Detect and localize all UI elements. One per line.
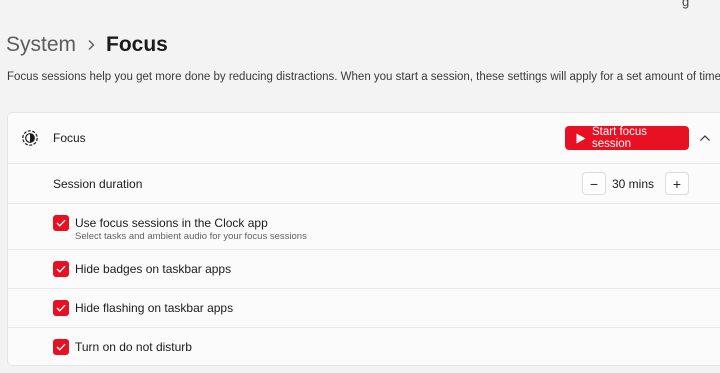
page-description: Focus sessions help you get more done by… (7, 71, 720, 83)
decrease-duration-button[interactable]: − (582, 172, 606, 195)
option-row-do-not-disturb[interactable]: Turn on do not disturb (8, 328, 720, 365)
start-focus-session-button[interactable]: Start focus session (565, 126, 689, 150)
hide-flashing-label: Hide flashing on taskbar apps (75, 301, 234, 315)
increase-duration-button[interactable]: + (665, 172, 689, 195)
option-row-hide-badges[interactable]: Hide badges on taskbar apps (8, 250, 720, 289)
hide-badges-label: Hide badges on taskbar apps (75, 262, 232, 276)
clock-app-checkbox[interactable] (53, 215, 69, 231)
option-row-clock-app[interactable]: Use focus sessions in the Clock app Sele… (8, 204, 720, 250)
checkmark-icon (56, 343, 66, 351)
session-duration-value: 30 mins (612, 177, 655, 191)
partial-user-text: g (682, 0, 690, 9)
session-duration-label: Session duration (53, 177, 143, 191)
clock-app-label: Use focus sessions in the Clock app (75, 216, 268, 230)
chevron-up-icon[interactable] (694, 127, 716, 149)
session-duration-row: Session duration − 30 mins + (8, 164, 720, 204)
focus-settings-card: Focus Start focus session Session durati… (7, 112, 720, 366)
play-icon (576, 133, 586, 144)
checkmark-icon (56, 304, 66, 312)
hide-flashing-checkbox[interactable] (53, 300, 69, 316)
checkmark-icon (56, 265, 66, 273)
hide-badges-checkbox[interactable] (53, 261, 69, 277)
start-focus-session-label: Start focus session (592, 126, 647, 150)
do-not-disturb-checkbox[interactable] (53, 339, 69, 355)
clock-app-sublabel: Select tasks and ambient audio for your … (75, 231, 307, 242)
breadcrumb-system-link[interactable]: System (6, 33, 76, 57)
page-title: Focus (106, 33, 168, 56)
chevron-right-icon (76, 39, 106, 51)
option-row-hide-flashing[interactable]: Hide flashing on taskbar apps (8, 289, 720, 328)
checkmark-icon (56, 219, 66, 227)
breadcrumb: System Focus (6, 30, 168, 60)
focus-header-row[interactable]: Focus Start focus session (8, 113, 720, 164)
do-not-disturb-label: Turn on do not disturb (75, 340, 192, 354)
focus-clock-icon (21, 129, 39, 147)
focus-title: Focus (53, 131, 86, 145)
